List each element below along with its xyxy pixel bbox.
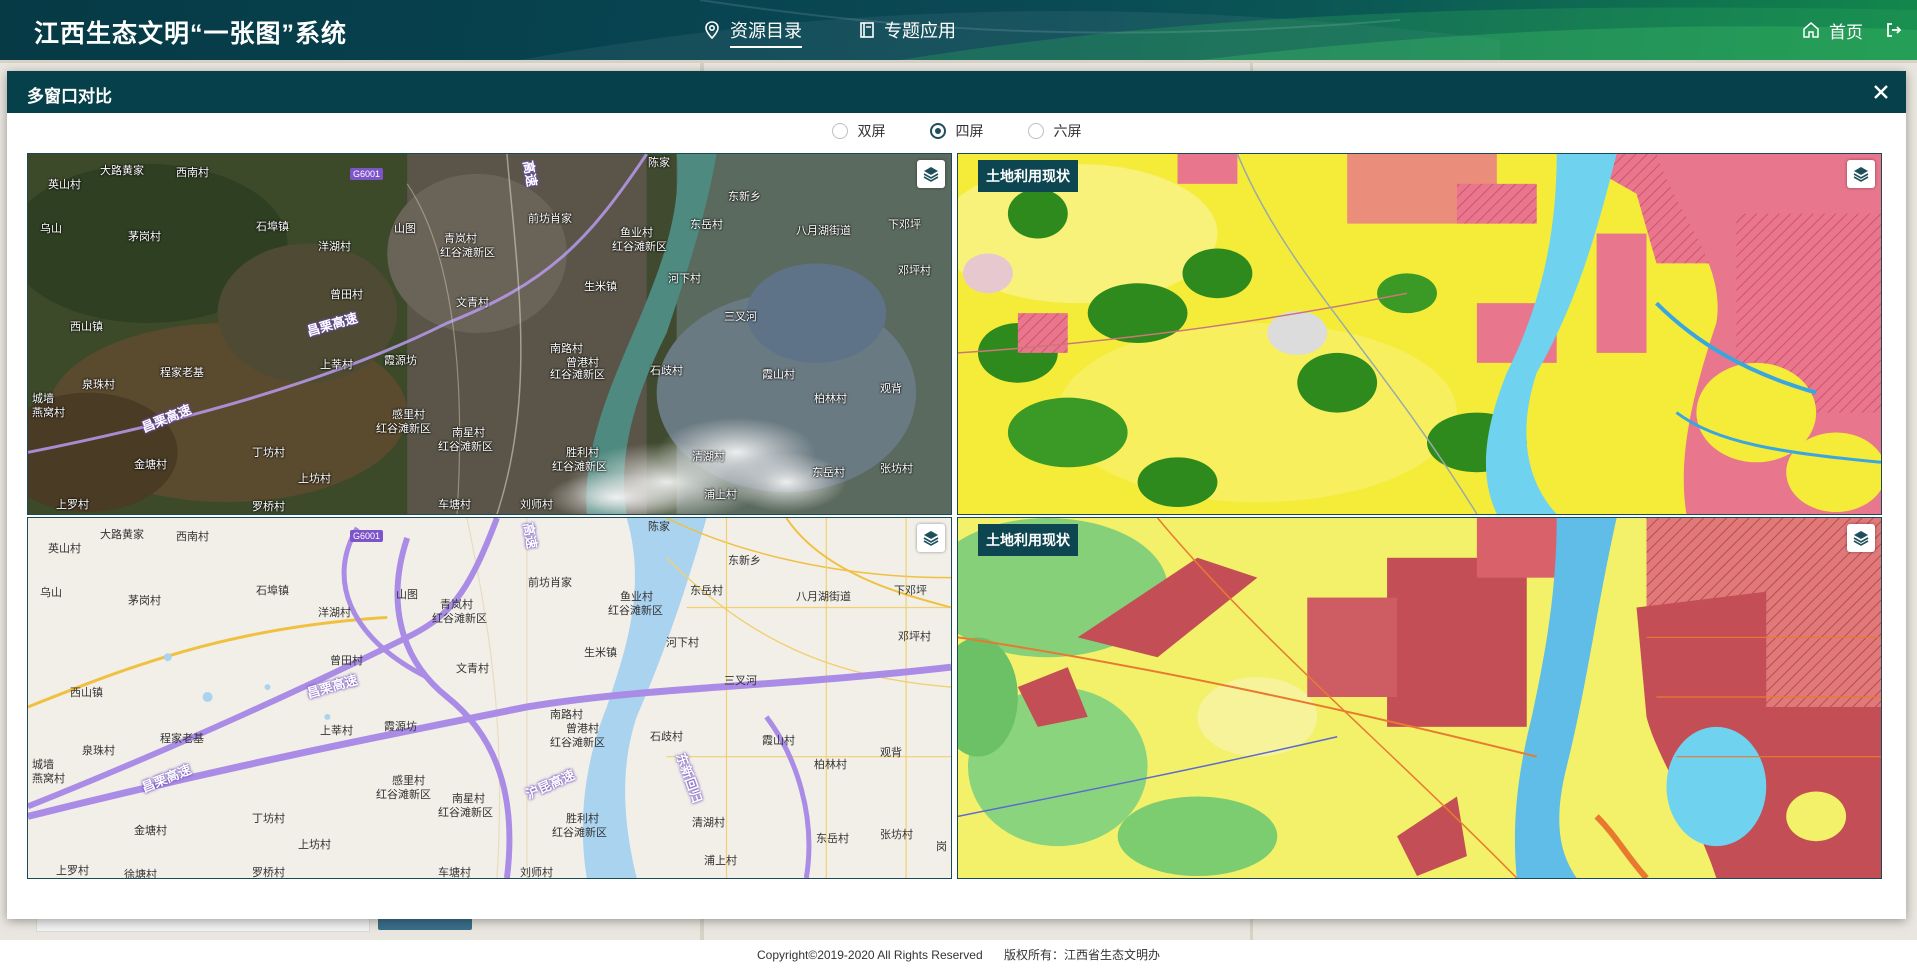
layers-icon [923, 167, 939, 182]
layers-icon [1853, 531, 1869, 546]
highway-shield: G6001 [350, 530, 384, 542]
layout-radio-group: 双屏 四屏 六屏 [7, 121, 1906, 141]
app-title: 江西生态文明“一张图”系统 [34, 20, 348, 48]
nav-item-label: 资源目录 [730, 21, 802, 41]
radio-dot[interactable] [831, 123, 848, 139]
map-pane-street[interactable]: G6001 昌栗高速 昌栗高速 高速 沪昆高速 东新回归 大路黄家 西南村 英山… [27, 517, 952, 879]
radio-quad-screen[interactable]: 四屏 [929, 121, 984, 141]
pane-layer-label: 土地利用现状 [978, 160, 1078, 192]
header-actions: 首页 [1801, 0, 1903, 60]
footer-copyright: Copyright©2019-2020 All Rights Reserved [757, 948, 983, 962]
layer-switch-button[interactable] [917, 524, 945, 552]
app-header: 江西生态文明“一张图”系统 资源目录 专题应用 首页 [0, 0, 1917, 60]
land-use-map [958, 518, 1881, 878]
dialog-title: 多窗口对比 [27, 87, 112, 106]
nav-item-label: 专题应用 [884, 21, 956, 41]
radio-label: 双屏 [857, 123, 886, 139]
layer-switch-button[interactable] [1847, 524, 1875, 552]
layer-switch-button[interactable] [1847, 160, 1875, 188]
book-icon [860, 22, 874, 38]
main-nav: 资源目录 专题应用 [702, 0, 1012, 60]
radio-dot[interactable] [929, 123, 946, 139]
radio-dot[interactable] [1027, 123, 1044, 139]
map-pane-land-use-2[interactable]: 土地利用现状 [957, 517, 1882, 879]
home-label: 首页 [1829, 22, 1863, 42]
satellite-imagery [28, 154, 951, 514]
home-link[interactable]: 首页 [1801, 18, 1863, 43]
radio-label: 六屏 [1053, 123, 1082, 139]
location-pin-icon [705, 21, 719, 40]
nav-item-resource-catalog[interactable]: 资源目录 [702, 0, 802, 60]
footer: Copyright©2019-2020 All Rights Reserved … [0, 940, 1917, 971]
radio-dual-screen[interactable]: 双屏 [831, 121, 886, 141]
close-icon[interactable] [1870, 81, 1892, 103]
nav-item-thematic-apps[interactable]: 专题应用 [858, 0, 956, 60]
home-icon [1803, 22, 1819, 38]
multi-window-compare-dialog: 多窗口对比 双屏 四屏 六屏 G6001 昌栗高速 昌栗高速 高速 大路黄家 西… [7, 71, 1906, 919]
map-pane-satellite[interactable]: G6001 昌栗高速 昌栗高速 高速 大路黄家 西南村 英山村 东新乡 前坊肖家… [27, 153, 952, 515]
footer-owner: 版权所有：江西省生态文明办 [1003, 948, 1160, 962]
radio-label: 四屏 [955, 123, 984, 139]
layers-icon [923, 531, 939, 546]
layer-switch-button[interactable] [917, 160, 945, 188]
dialog-header: 多窗口对比 [7, 71, 1906, 113]
highway-shield: G6001 [350, 168, 384, 180]
map-grid: G6001 昌栗高速 昌栗高速 高速 大路黄家 西南村 英山村 东新乡 前坊肖家… [27, 153, 1886, 888]
street-map [28, 518, 951, 878]
logout-icon[interactable] [1885, 21, 1903, 39]
map-pane-land-use-1[interactable]: 土地利用现状 [957, 153, 1882, 515]
pane-layer-label: 土地利用现状 [978, 524, 1078, 556]
radio-six-screen[interactable]: 六屏 [1027, 121, 1082, 141]
land-use-map [958, 154, 1881, 514]
layers-icon [1853, 167, 1869, 182]
